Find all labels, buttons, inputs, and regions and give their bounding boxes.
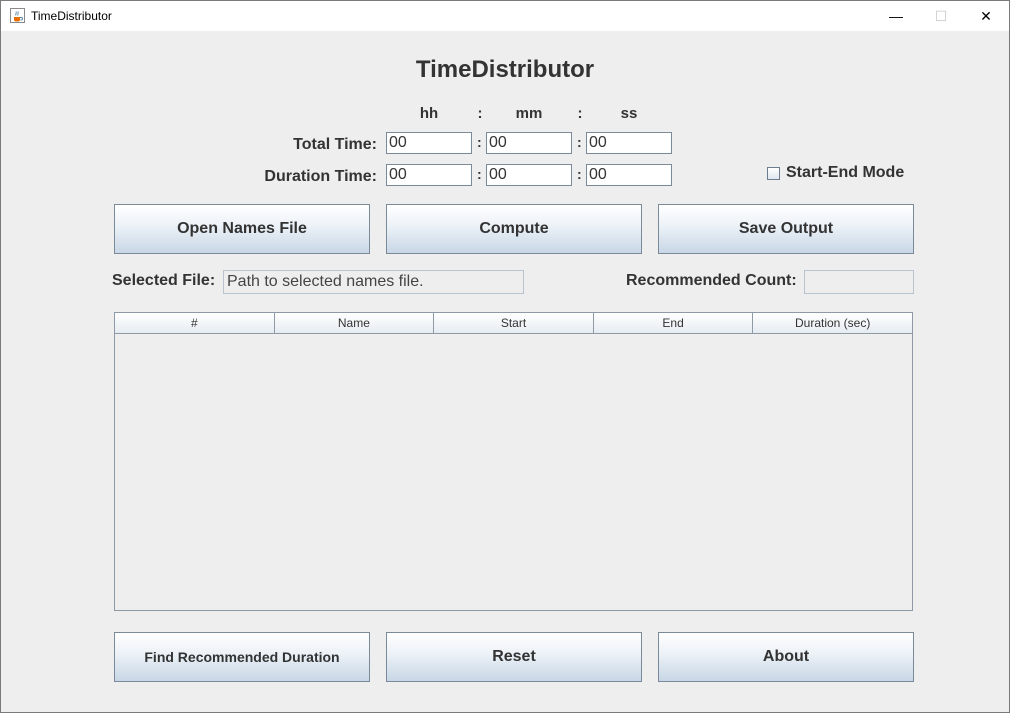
colon-separator: : (577, 166, 582, 182)
colon-separator: : (577, 134, 582, 150)
save-output-button[interactable]: Save Output (658, 204, 914, 254)
selected-file-field: Path to selected names file. (223, 270, 524, 294)
column-header-duration[interactable]: Duration (sec) (753, 313, 912, 333)
recommended-count-field (804, 270, 914, 294)
results-table[interactable]: # Name Start End Duration (sec) (114, 312, 913, 611)
java-cup-icon (10, 8, 25, 23)
duration-time-ss-input[interactable]: 00 (586, 164, 672, 186)
minimize-button[interactable]: — (873, 1, 919, 31)
start-end-mode-toggle[interactable]: Start-End Mode (767, 164, 904, 182)
reset-button[interactable]: Reset (386, 632, 642, 682)
unit-separator-1: : (477, 105, 483, 122)
total-time-hh-input[interactable]: 00 (386, 132, 472, 154)
total-time-label: Total Time: (293, 136, 377, 153)
column-header-name[interactable]: Name (275, 313, 435, 333)
selected-file-label: Selected File: (112, 272, 216, 289)
duration-time-hh-input[interactable]: 00 (386, 164, 472, 186)
close-button[interactable]: ✕ (963, 1, 1009, 31)
start-end-mode-label: Start-End Mode (786, 164, 905, 181)
total-time-ss-input[interactable]: 00 (586, 132, 672, 154)
start-end-mode-checkbox[interactable] (767, 166, 780, 180)
app-window: TimeDistributor — ☐ ✕ TimeDistributor hh… (0, 0, 1010, 713)
unit-separator-2: : (577, 105, 583, 122)
duration-time-mm-input[interactable]: 00 (486, 164, 572, 186)
column-header-number[interactable]: # (115, 313, 275, 333)
column-header-end[interactable]: End (594, 313, 754, 333)
about-button[interactable]: About (658, 632, 914, 682)
column-header-start[interactable]: Start (434, 313, 594, 333)
page-title: TimeDistributor (415, 56, 595, 83)
table-header: # Name Start End Duration (sec) (115, 313, 912, 334)
open-names-file-button[interactable]: Open Names File (114, 204, 370, 254)
find-recommended-duration-button[interactable]: Find Recommended Duration (114, 632, 370, 682)
window-title: TimeDistributor (31, 9, 112, 23)
colon-separator: : (477, 166, 482, 182)
title-bar: TimeDistributor — ☐ ✕ (1, 1, 1009, 31)
compute-button[interactable]: Compute (386, 204, 642, 254)
colon-separator: : (477, 134, 482, 150)
hh-unit-label: hh (419, 105, 439, 122)
ss-unit-label: ss (620, 105, 638, 122)
maximize-button[interactable]: ☐ (918, 1, 964, 31)
mm-unit-label: mm (515, 105, 543, 122)
total-time-mm-input[interactable]: 00 (486, 132, 572, 154)
recommended-count-label: Recommended Count: (626, 272, 797, 289)
duration-time-label: Duration Time: (264, 168, 377, 185)
